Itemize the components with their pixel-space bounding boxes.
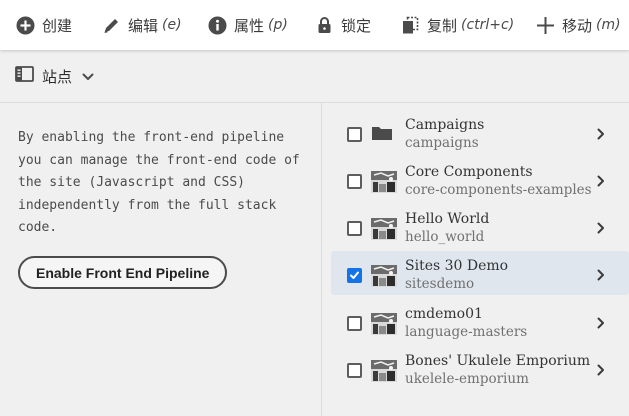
site-title: Hello World [405, 211, 490, 227]
site-checkbox[interactable] [347, 221, 362, 236]
properties-shortcut: (p) [268, 17, 288, 33]
move-shortcut: (m) [596, 17, 621, 33]
properties-label: 属性 [234, 16, 265, 35]
create-button[interactable]: 创建 [15, 0, 72, 50]
chevron-right-icon[interactable] [597, 221, 605, 239]
lock-label: 锁定 [341, 16, 372, 35]
site-name: sitesdemo [405, 276, 475, 292]
rail-header: 站点 [0, 50, 629, 103]
copy-label: 复制 [427, 16, 458, 35]
site-name: core-components-examples [405, 182, 592, 198]
chevron-right-icon[interactable] [597, 316, 605, 334]
site-thumbnail [371, 313, 397, 335]
edit-button[interactable]: 编辑 (e) [101, 0, 182, 50]
site-title: Sites 30 Demo [405, 258, 509, 274]
chevron-right-icon[interactable] [597, 268, 605, 286]
site-checkbox[interactable] [347, 174, 362, 189]
site-name: campaigns [405, 135, 479, 151]
front-end-pipeline-panel: By enabling the front-end pipeline you c… [0, 103, 322, 416]
copy-icon [400, 15, 420, 35]
site-row[interactable]: cmdemo01 language-masters [331, 299, 629, 343]
create-label: 创建 [42, 16, 73, 35]
site-checkbox[interactable] [347, 316, 362, 331]
chevron-right-icon[interactable] [597, 363, 605, 381]
rail-selector-button[interactable]: 站点 [15, 66, 94, 87]
site-row[interactable]: Campaigns campaigns [331, 110, 629, 154]
folder-icon [371, 124, 397, 146]
copy-button[interactable]: 复制 (ctrl+c) [400, 0, 514, 50]
site-title: Bones' Ukulele Emporium [405, 353, 591, 369]
site-title: Core Components [405, 164, 533, 180]
pipeline-description: By enabling the front-end pipeline you c… [18, 130, 300, 235]
chevron-down-icon [82, 68, 94, 86]
move-icon [535, 15, 555, 35]
lock-button[interactable]: 锁定 [314, 0, 371, 50]
pencil-icon [101, 15, 121, 35]
plus-circle-icon [15, 15, 35, 35]
rail-label: 站点 [42, 68, 73, 86]
site-title: cmdemo01 [405, 306, 483, 322]
rail-panel-icon [15, 66, 34, 87]
site-checkbox[interactable] [347, 268, 362, 283]
site-name: language-masters [405, 324, 528, 340]
site-checkbox[interactable] [347, 127, 362, 142]
edit-shortcut: (e) [162, 17, 182, 33]
edit-label: 编辑 [128, 16, 159, 35]
site-row[interactable]: Bones' Ukulele Emporium ukelele-emporium [331, 346, 629, 390]
chevron-right-icon[interactable] [597, 127, 605, 145]
site-name: ukelele-emporium [405, 371, 529, 387]
site-row[interactable]: Sites 30 Demo sitesdemo [331, 251, 629, 295]
site-thumbnail [371, 265, 397, 287]
move-button[interactable]: 移动 (m) [535, 0, 621, 50]
site-checkbox[interactable] [347, 363, 362, 378]
site-row[interactable]: Core Components core-components-examples [331, 157, 629, 201]
action-toolbar: 创建 编辑 (e) 属性 (p) 锁定 复制 (ctrl+c) 移动 (m) [0, 0, 629, 50]
enable-front-end-pipeline-button[interactable]: Enable Front End Pipeline [18, 256, 228, 289]
info-icon [207, 15, 227, 35]
site-thumbnail [371, 218, 397, 240]
lock-icon [314, 15, 334, 35]
chevron-right-icon[interactable] [597, 174, 605, 192]
site-name: hello_world [405, 229, 485, 245]
move-label: 移动 [562, 16, 593, 35]
properties-button[interactable]: 属性 (p) [207, 0, 288, 50]
site-thumbnail [371, 360, 397, 382]
site-thumbnail [371, 171, 397, 193]
site-title: Campaigns [405, 117, 485, 133]
copy-shortcut: (ctrl+c) [461, 17, 515, 33]
site-row[interactable]: Hello World hello_world [331, 204, 629, 248]
